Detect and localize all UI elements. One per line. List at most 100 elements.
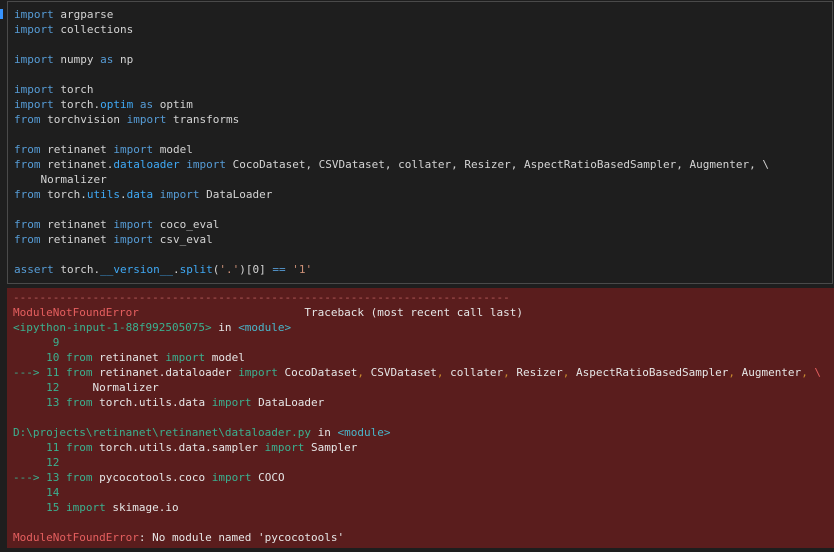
line-continuation: \: [807, 366, 822, 379]
line-number: 9: [13, 336, 60, 349]
line-number: 12: [13, 456, 60, 469]
code-text: retinanet: [40, 218, 114, 231]
keyword: import: [14, 8, 54, 21]
line-number: 11: [13, 441, 60, 454]
code-line-18: assert torch.__version__.split('.')[0] =…: [14, 262, 832, 277]
code-text: torch.: [53, 98, 101, 111]
keyword: import: [14, 23, 54, 36]
line-number: 12: [13, 381, 60, 394]
code-cell-editor[interactable]: import argparse import collections impor…: [7, 1, 833, 284]
code-text: torchvision: [40, 113, 127, 126]
traceback-line: 10 from retinanet import model: [13, 350, 834, 365]
keyword: from: [59, 471, 93, 484]
line-number: 13: [13, 396, 60, 409]
string-literal: '1': [292, 263, 313, 276]
code-line-10: from retinanet import model: [14, 142, 832, 157]
line-number: 10: [13, 351, 60, 364]
module-tag: <module>: [238, 321, 292, 334]
code-line-13: from torch.utils.data import DataLoader: [14, 187, 832, 202]
keyword: from: [14, 188, 41, 201]
keyword: import: [113, 143, 154, 156]
code-text: skimage.io: [105, 501, 179, 514]
keyword: from: [14, 218, 41, 231]
code-text: np: [113, 53, 134, 66]
keyword: as: [139, 98, 154, 111]
code-line-15: from retinanet import coco_eval: [14, 217, 832, 232]
input-reference: <ipython-input-1-88f992505075>: [13, 321, 212, 334]
attribute: data: [126, 188, 154, 201]
code-text: DataLoader: [251, 396, 325, 409]
keyword: import: [126, 113, 167, 126]
code-line-12: Normalizer: [14, 172, 832, 187]
code-line-8: from torchvision import transforms: [14, 112, 832, 127]
code-line-7: import torch.optim as optim: [14, 97, 832, 112]
comma: ,: [728, 366, 735, 379]
keyword: import: [14, 53, 54, 66]
string-literal: '.': [219, 263, 240, 276]
attribute: optim: [100, 98, 134, 111]
traceback-line: 11 from torch.utils.data.sampler import …: [13, 440, 834, 455]
code-line-4: import numpy as np: [14, 52, 832, 67]
keyword: import: [186, 158, 226, 171]
keyword: import: [59, 501, 106, 514]
comma: ,: [436, 366, 444, 379]
code-text: model: [153, 143, 193, 156]
code-text: collater: [443, 366, 504, 379]
attribute: split: [179, 263, 213, 276]
keyword: from: [14, 143, 41, 156]
code-text: pycocotools.coco: [92, 471, 212, 484]
traceback-frame2-ref: D:\projects\retinanet\retinanet\dataload…: [13, 425, 834, 440]
keyword: import: [211, 396, 252, 409]
code-text: CocoDataset: [277, 366, 358, 379]
keyword: import: [159, 188, 200, 201]
error-output[interactable]: ----------------------------------------…: [7, 288, 834, 548]
module-tag: <module>: [337, 426, 391, 439]
operator: ==: [272, 263, 286, 276]
traceback-dashes: ----------------------------------------…: [13, 290, 834, 305]
cell-focus-indicator: [0, 1, 4, 284]
keyword: import: [264, 441, 305, 454]
keyword: from: [59, 366, 93, 379]
line-number: 15: [13, 501, 60, 514]
code-line-11: from retinanet.dataloader import CocoDat…: [14, 157, 832, 172]
code-text: retinanet.dataloader: [92, 366, 239, 379]
code-line-1: import argparse: [14, 7, 832, 22]
code-text: numpy: [53, 53, 101, 66]
keyword: from: [59, 351, 93, 364]
traceback-line: 12: [13, 455, 834, 470]
code-text: retinanet: [40, 143, 114, 156]
attribute: utils: [86, 188, 120, 201]
keyword: import: [113, 233, 154, 246]
code-text: Resizer: [509, 366, 563, 379]
keyword: as: [100, 53, 114, 66]
comma: ,: [801, 366, 808, 379]
traceback-line-highlight: ---> 11 from retinanet.dataloader import…: [13, 365, 834, 380]
code-text: torch.utils.data.sampler: [92, 441, 265, 454]
code-text: Normalizer: [14, 173, 107, 186]
traceback-line: 15 import skimage.io: [13, 500, 834, 515]
code-text: CSVDataset: [364, 366, 437, 379]
attribute: __version__: [100, 263, 173, 276]
code-text: argparse: [53, 8, 114, 21]
code-text: in: [211, 321, 239, 334]
code-text: Normalizer: [59, 381, 159, 394]
code-text: model: [205, 351, 245, 364]
code-text: )[0]: [239, 263, 273, 276]
code-text: Sampler: [304, 441, 358, 454]
traceback-title: Traceback (most recent call last): [138, 306, 523, 319]
code-line-16: from retinanet import csv_eval: [14, 232, 832, 247]
code-text: Augmenter: [734, 366, 802, 379]
separator: ----------------------------------------…: [13, 291, 510, 304]
keyword: assert: [14, 263, 54, 276]
code-text: in: [311, 426, 338, 439]
code-text: .: [119, 188, 127, 201]
error-arrow: ---> 11: [13, 366, 60, 379]
code-text: torch.: [40, 188, 87, 201]
